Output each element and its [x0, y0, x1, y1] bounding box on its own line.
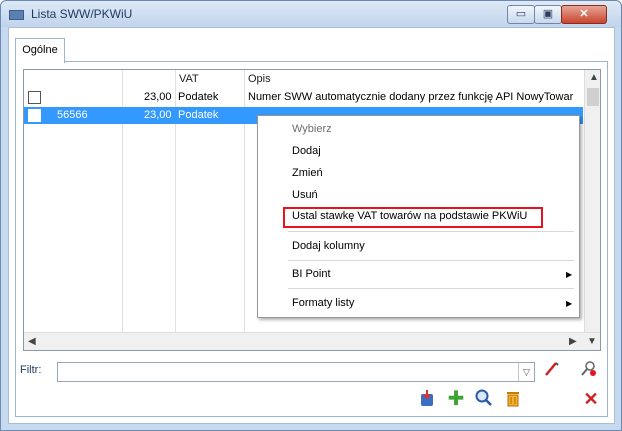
window-title: Lista SWW/PKWiU — [31, 7, 133, 21]
menu-separator — [288, 231, 574, 232]
menu-item-wybierz[interactable]: Wybierz — [292, 120, 332, 138]
add-icon[interactable]: ✚ — [445, 388, 467, 410]
context-menu: Wybierz Dodaj Zmień Usuń Ustal stawkę VA… — [257, 115, 580, 318]
window: Lista SWW/PKWiU ▭ ▣ ✕ Ogólne VAT Opis 23… — [0, 0, 622, 431]
row-checkbox[interactable] — [28, 109, 41, 122]
row-vat-type: Podatek — [178, 109, 219, 121]
menu-item-bi-point[interactable]: BI Point — [292, 265, 331, 283]
menu-item-dodaj[interactable]: Dodaj — [292, 142, 321, 160]
scroll-down-icon[interactable]: ▼ — [587, 336, 597, 347]
row-checkbox[interactable] — [28, 91, 41, 104]
minimize-button[interactable]: ▭ — [507, 5, 535, 24]
highlight-box — [283, 207, 543, 228]
column-header-vat[interactable]: VAT — [179, 70, 199, 88]
delete-icon[interactable] — [502, 388, 524, 410]
submenu-arrow-icon: ▶ — [566, 270, 573, 279]
close-icon[interactable]: ✕ — [580, 388, 602, 410]
scroll-right-icon[interactable]: ▶ — [569, 336, 577, 347]
clear-filter-icon[interactable] — [541, 360, 563, 382]
filter-label: Filtr: — [20, 364, 42, 376]
row-opis: Numer SWW automatycznie dodany przez fun… — [248, 91, 574, 103]
row-vat-type: Podatek — [178, 91, 219, 103]
search-icon[interactable] — [473, 388, 495, 410]
filter-tool-icon[interactable] — [577, 360, 599, 382]
titlebar[interactable]: Lista SWW/PKWiU ▭ ▣ ✕ — [1, 1, 621, 27]
menu-item-usun[interactable]: Usuń — [292, 186, 318, 204]
menu-item-formaty-listy[interactable]: Formaty listy — [292, 294, 354, 312]
row-vat: 23,00 — [144, 109, 172, 121]
scroll-left-icon[interactable]: ◀ — [28, 336, 36, 347]
maximize-button[interactable]: ▣ — [534, 5, 562, 24]
vertical-scroll-thumb[interactable] — [587, 88, 599, 106]
horizontal-scrollbar[interactable]: ◀ ▶ ▼ — [24, 332, 600, 350]
scroll-up-icon[interactable]: ▲ — [589, 72, 599, 83]
app-icon — [9, 10, 24, 20]
menu-item-zmien[interactable]: Zmień — [292, 164, 323, 182]
column-header-opis[interactable]: Opis — [248, 70, 271, 88]
row-code: 56566 — [57, 109, 88, 121]
filter-input[interactable]: ▽ — [57, 362, 535, 382]
table-row[interactable]: 23,00 Podatek Numer SWW automatycznie do… — [24, 89, 583, 106]
submenu-arrow-icon: ▶ — [566, 299, 573, 308]
menu-separator — [288, 260, 574, 261]
export-icon[interactable] — [416, 388, 438, 410]
menu-separator — [288, 288, 574, 289]
close-window-button[interactable]: ✕ — [561, 5, 607, 24]
filter-dropdown-icon[interactable]: ▽ — [518, 363, 534, 381]
row-vat: 23,00 — [144, 91, 172, 103]
menu-item-dodaj-kolumny[interactable]: Dodaj kolumny — [292, 237, 365, 255]
vertical-scrollbar[interactable]: ▲ — [584, 70, 600, 332]
tab-ogolne[interactable]: Ogólne — [15, 38, 65, 63]
